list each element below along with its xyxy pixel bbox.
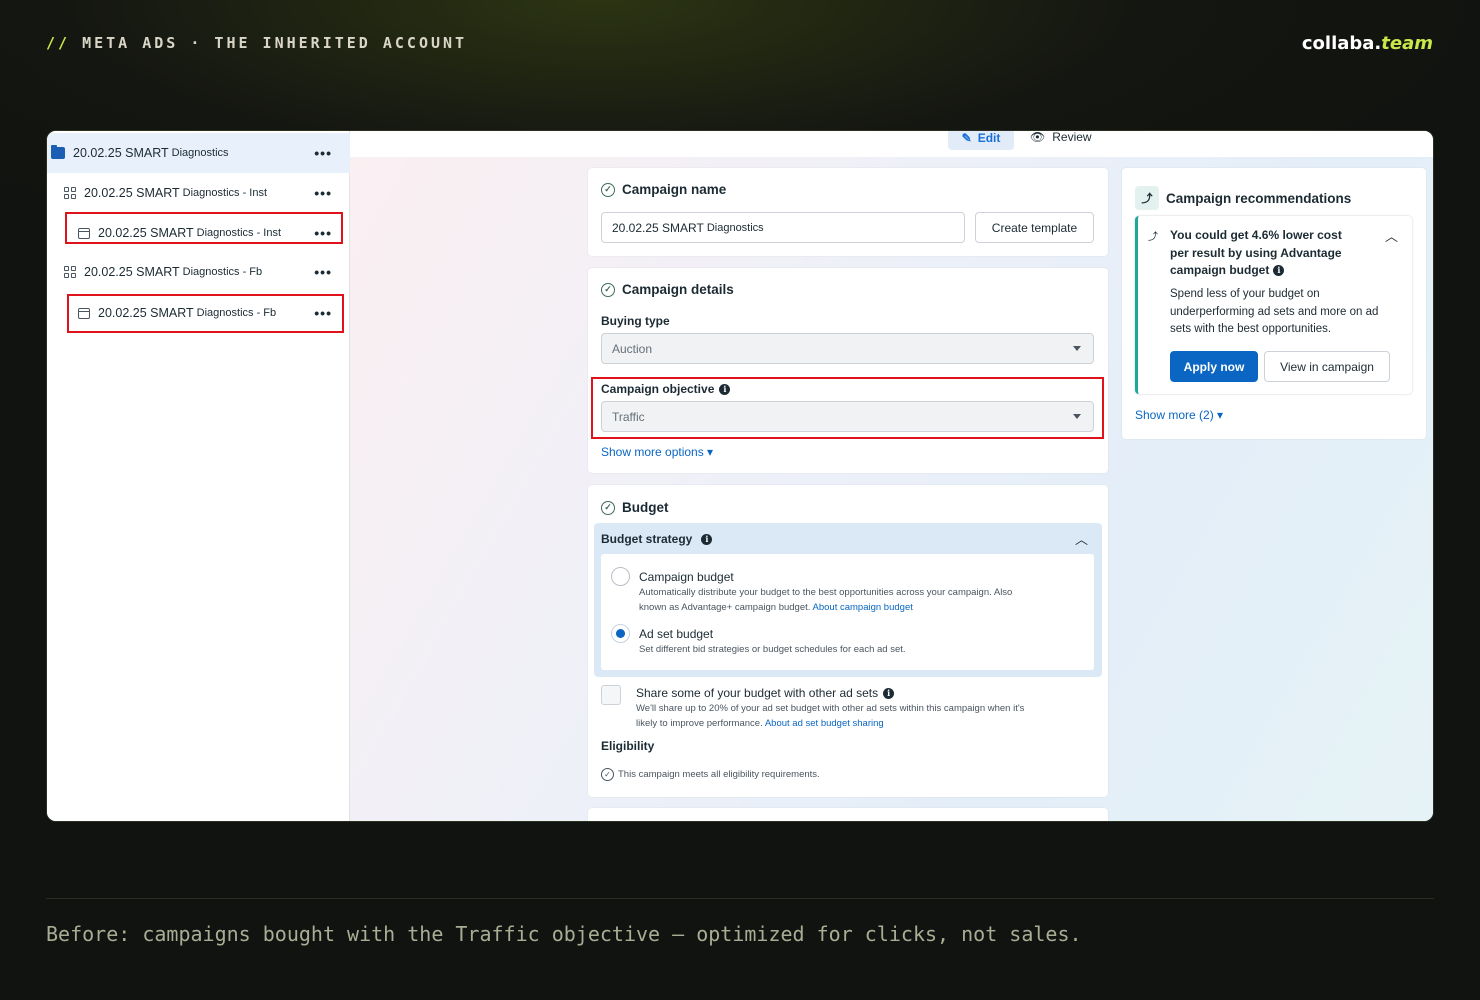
create-template-button[interactable]: Create template [975,212,1094,243]
campaign-name-title: ✓ Campaign name [601,182,726,197]
chevron-up-icon[interactable]: ︿ [1385,226,1398,245]
check-circle-icon: ✓ [601,182,615,197]
sparkle-trend-icon: ⤴ [1135,186,1159,210]
section-label: // META ADS · THE INHERITED ACCOUNT [46,34,467,52]
buying-type-label: Buying type [601,314,670,328]
check-circle-icon: ✓ [601,282,615,297]
campaign-budget-radio[interactable] [611,567,630,586]
adset-grid-icon [64,187,76,199]
budget-strategy-panel: Budget strategy i ︿ Campaign budget Auto… [594,523,1102,677]
folder-icon [51,145,65,159]
highlight-box-ad-fb [67,294,344,333]
pencil-icon: ✎ [961,130,972,145]
show-more-recommendations-link[interactable]: Show more (2) ▾ [1135,408,1223,422]
ad-set-budget-radio[interactable] [611,624,630,643]
info-icon[interactable]: i [883,687,895,699]
budget-options: Campaign budget Automatically distribute… [601,554,1094,670]
recommendation-body: Spend less of your budget on underperfor… [1170,288,1379,335]
sidebar-item-adset-fb[interactable]: 20.02.25 SMART Diagnostics - Fb ••• [47,252,350,292]
budget-title: ✓ Budget [601,500,669,515]
show-more-options-link[interactable]: Show more options ▾ [601,445,713,459]
share-budget-checkbox[interactable] [601,685,621,705]
apply-now-button[interactable]: Apply now [1170,351,1258,382]
eligibility-label: Eligibility [601,739,655,753]
share-budget-desc: We'll share up to 20% of your ad set bud… [636,703,1025,729]
about-budget-sharing-link[interactable]: About ad set budget sharing [765,718,884,729]
check-circle-icon: ✓ [601,500,615,515]
campaign-editor: ✎ Edit 👁 Review ✓ Campaign name 20.02.25… [350,131,1433,821]
divider [46,898,1434,899]
recommendation-headline: You could get 4.6% lower cost per result… [1170,228,1342,277]
more-options-icon[interactable]: ••• [314,264,332,280]
caption: Before: campaigns bought with the Traffi… [46,922,1082,946]
budget-strategy-label: Budget strategy i [601,532,713,546]
campaign-name-input[interactable]: 20.02.25 SMART Diagnostics [601,212,965,243]
label-slashes: // [46,34,71,52]
sidebar-item-adset-inst[interactable]: 20.02.25 SMART Diagnostics - Inst ••• [47,173,350,213]
chevron-up-icon[interactable]: ︿ [1075,529,1088,548]
highlight-box-ad-inst [65,212,343,244]
tab-review[interactable]: 👁 Review [1030,130,1092,148]
highlight-box-objective [591,377,1104,439]
sidebar-item-campaign[interactable]: 20.02.25 SMART Diagnostics ••• [47,133,350,173]
about-campaign-budget-link[interactable]: About campaign budget [813,602,913,613]
tab-edit[interactable]: ✎ Edit [948,130,1014,150]
recommendation-item: ⤴ You could get 4.6% lower cost per resu… [1135,216,1412,394]
recommendations-title: ⤴ Campaign recommendations [1135,186,1351,210]
info-icon[interactable]: i [701,533,713,545]
brand-logo: collaba.team [1301,33,1433,54]
campaign-budget-desc: Automatically distribute your budget to … [639,587,1013,613]
campaign-details-card: ✓ Campaign details Buying type Auction C… [588,268,1108,473]
campaign-details-title: ✓ Campaign details [601,282,734,297]
view-in-campaign-button[interactable]: View in campaign [1264,351,1390,382]
budget-card: ✓ Budget Budget strategy i ︿ Campaign bu… [588,485,1108,797]
campaign-budget-title: Campaign budget [639,570,734,584]
next-card-edge [588,808,1108,821]
more-options-icon[interactable]: ••• [314,185,332,201]
label-text: META ADS · THE INHERITED ACCOUNT [82,34,468,52]
share-budget-label: Share some of your budget with other ad … [636,686,895,700]
adset-grid-icon [64,266,76,278]
more-options-icon[interactable]: ••• [314,145,332,161]
ad-set-budget-desc: Set different bid strategies or budget s… [639,644,906,655]
check-circle-icon: ✓ [601,768,614,781]
eligibility-status: ✓ This campaign meets all eligibility re… [601,767,820,782]
trend-icon: ⤴ [1148,232,1158,243]
recommendations-card: ⤴ Campaign recommendations ⤴ You could g… [1122,168,1426,439]
buying-type-select[interactable]: Auction [601,333,1094,364]
campaign-name-card: ✓ Campaign name 20.02.25 SMART Diagnosti… [588,168,1108,256]
editor-toolbar: ✎ Edit 👁 Review [350,131,1433,157]
eye-icon: 👁 [1030,130,1046,144]
info-icon[interactable]: i [1273,265,1285,277]
campaign-tree-sidebar: 20.02.25 SMART Diagnostics ••• 20.02.25 … [47,131,350,821]
ad-set-budget-title: Ad set budget [639,627,714,641]
chevron-down-icon [1073,346,1081,351]
ads-manager-screenshot: 20.02.25 SMART Diagnostics ••• 20.02.25 … [46,130,1434,822]
